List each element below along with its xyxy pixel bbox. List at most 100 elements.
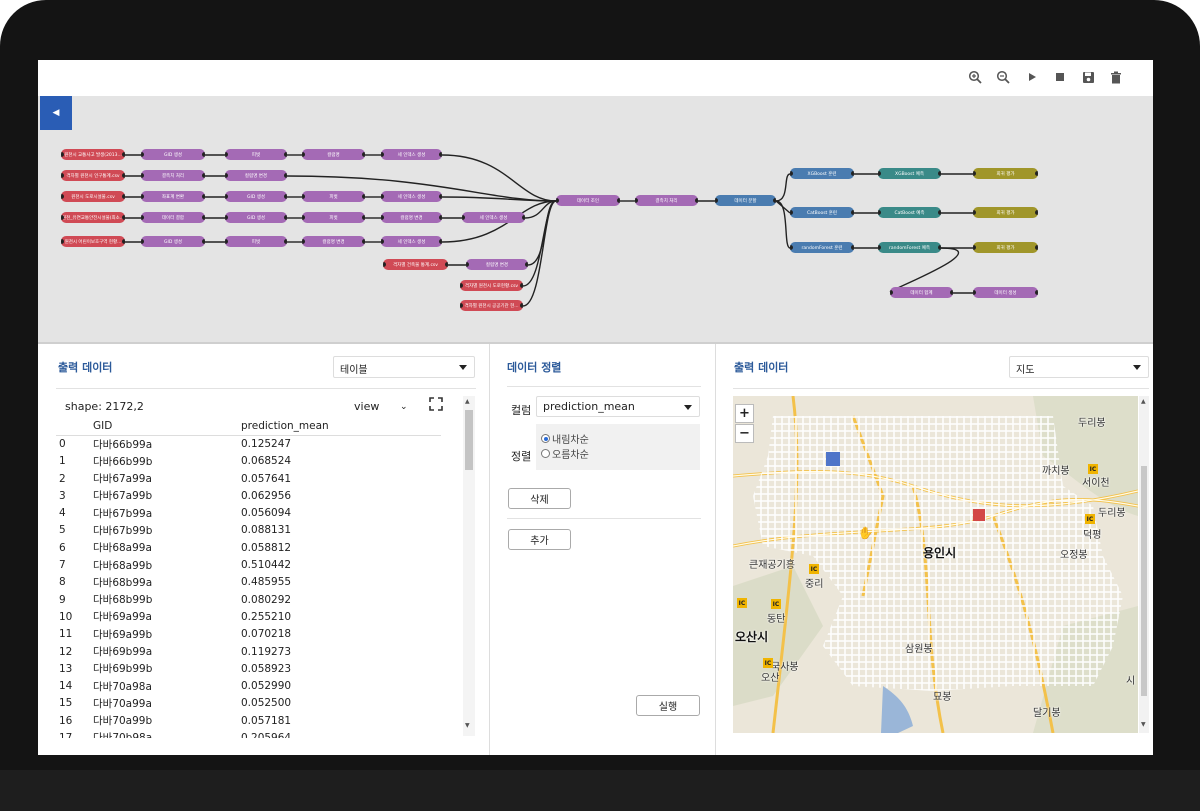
view-type-select[interactable]: 지도	[1009, 356, 1149, 378]
workflow-node[interactable]: 데이터 분할	[715, 195, 776, 206]
workflow-node[interactable]: 격자별 원천시 인구통계.csv	[61, 170, 125, 181]
scroll-thumb[interactable]	[465, 410, 473, 470]
workflow-node[interactable]: 세 인덱스 생성	[381, 236, 442, 247]
workflow-node[interactable]: 피벗	[225, 149, 287, 160]
workflow-node[interactable]: 컬럼명 변경	[302, 236, 365, 247]
ic-badge: IC	[1085, 514, 1095, 524]
workflow-node[interactable]: 격자별 원천시 도로현황.csv	[460, 280, 523, 291]
gid-cell: 다바70b98a	[93, 729, 241, 738]
table-row: 1 다바66b99b 0.068524	[56, 453, 441, 470]
workflow-node[interactable]: CatBoost 예측	[878, 207, 941, 218]
workflow-canvas[interactable]: ◀ 원천시 교통사고 발생(2013... GID 생성 피벗 컬럼명 세 인덱…	[38, 96, 1153, 344]
workflow-node[interactable]: 원천_유연교통안전시설물(최소...	[61, 212, 125, 223]
gid-cell: 다바66b99a	[93, 438, 153, 451]
workflow-node[interactable]: 세 인덱스 생성	[381, 149, 442, 160]
ic-badge: IC	[1088, 464, 1098, 474]
row-index: 11	[59, 628, 73, 641]
panel-title: 출력 데이터	[58, 361, 113, 374]
table-row: 6 다바68a99a 0.058812	[56, 539, 441, 556]
map-place-label: 동탄	[767, 614, 786, 625]
gid-cell: 다바67b99a	[93, 507, 153, 520]
delete-button[interactable]: 삭제	[508, 488, 571, 509]
scroll-down-icon[interactable]: ▼	[1141, 721, 1146, 728]
workflow-node[interactable]: GID 생성	[141, 236, 205, 247]
map-view[interactable]: + − 두리봉 까치봉 IC 서이천 IC 두리봉 덕평 오정봉 용인시 큰재공…	[733, 396, 1138, 733]
shape-label: shape: 2172,2	[65, 400, 144, 413]
value-cell: 0.510442	[241, 559, 292, 572]
chevron-down-icon[interactable]: ⌄	[400, 402, 408, 412]
trash-icon[interactable]	[1107, 68, 1125, 86]
view-type-select[interactable]: 테이블	[333, 356, 475, 378]
gid-cell: 다바70a99a	[93, 697, 152, 710]
workflow-node[interactable]: 데이터 생성	[973, 287, 1038, 298]
workflow-node[interactable]: XGBoost 훈련	[790, 168, 854, 179]
workflow-node[interactable]: CatBoost 훈련	[790, 207, 854, 218]
zoom-in-icon[interactable]	[966, 68, 984, 86]
sort-desc-option[interactable]: 내림차순	[541, 431, 589, 446]
table-scrollbar[interactable]: ▲ ▼	[463, 396, 475, 736]
scroll-up-icon[interactable]: ▲	[465, 398, 470, 405]
workflow-node[interactable]: 피벗	[302, 191, 365, 202]
sort-column-select[interactable]: prediction_mean	[536, 396, 700, 417]
table-row: 13 다바69b99b 0.058923	[56, 660, 441, 677]
radio-checked-icon[interactable]	[541, 434, 550, 443]
output-table-panel: 출력 데이터 테이블 shape: 2172,2 view ⌄ GID pred…	[38, 344, 490, 755]
workflow-node[interactable]: 회귀 평가	[973, 207, 1038, 218]
workflow-node[interactable]: 피벗	[225, 236, 287, 247]
play-icon[interactable]	[1023, 68, 1041, 86]
table-row: 11 다바69a99b 0.070218	[56, 626, 441, 643]
column-header	[56, 418, 93, 436]
workflow-node[interactable]: 원천시 도로시설물.csv	[61, 191, 125, 202]
gid-cell: 다바67a99b	[93, 490, 153, 503]
workflow-node[interactable]: randomForest 훈련	[790, 242, 854, 253]
map-zoom-in-button[interactable]: +	[735, 404, 754, 423]
table-header-row: GID prediction_mean	[56, 418, 441, 436]
workflow-node[interactable]: 컬럼명 변경	[225, 170, 287, 181]
workflow-node[interactable]: 격자별 원천시 공공기관 현...	[460, 300, 523, 311]
workflow-node[interactable]: randomForest 예측	[878, 242, 941, 253]
workflow-node[interactable]: 데이터 합계	[890, 287, 953, 298]
sort-asc-option[interactable]: 오름차순	[541, 446, 589, 461]
workflow-node[interactable]: 컬럼명	[302, 149, 365, 160]
sort-panel: 데이터 정렬 컬럼 prediction_mean 정렬 내림차순 오름차순 삭…	[491, 344, 716, 755]
workflow-node[interactable]: 결측치 처리	[635, 195, 698, 206]
workflow-node[interactable]: GID 생성	[225, 191, 287, 202]
chevron-down-icon	[1133, 365, 1141, 370]
app-screen: ◀ 원천시 교통사고 발생(2013... GID 생성 피벗 컬럼명 세 인덱…	[38, 60, 1153, 755]
scroll-thumb[interactable]	[1141, 466, 1147, 696]
workflow-node[interactable]: 컬럼명 변경	[381, 212, 442, 223]
scroll-up-icon[interactable]: ▲	[1141, 398, 1146, 405]
gid-cell: 다바68a99a	[93, 542, 152, 555]
workflow-node[interactable]: 결측치 처리	[141, 170, 205, 181]
workflow-node[interactable]: 데이터 결합	[141, 212, 205, 223]
workflow-node[interactable]: 원천시 교통사고 발생(2013...	[61, 149, 125, 160]
workflow-node[interactable]: 원천시 어린이보호구역 현황...	[61, 236, 125, 247]
map-place-label: 묘봉	[933, 692, 952, 703]
zoom-out-icon[interactable]	[994, 68, 1012, 86]
workflow-node[interactable]: 데이터 조인	[556, 195, 620, 206]
workflow-node[interactable]: 좌표계 변환	[141, 191, 205, 202]
workflow-node[interactable]: GID 생성	[225, 212, 287, 223]
workflow-node[interactable]: 회귀 평가	[973, 242, 1038, 253]
save-icon[interactable]	[1079, 68, 1097, 86]
value-cell: 0.205964	[241, 731, 292, 738]
output-map-panel: 출력 데이터 지도 + − 두리봉 까치봉 IC 서이천 IC 두리봉 덕평 오…	[717, 344, 1153, 755]
radio-unchecked-icon[interactable]	[541, 449, 550, 458]
stop-icon[interactable]	[1051, 68, 1069, 86]
workflow-node[interactable]: XGBoost 예측	[878, 168, 941, 179]
workflow-node[interactable]: 세 인덱스 생성	[381, 191, 442, 202]
workflow-node[interactable]: 피벗	[302, 212, 365, 223]
workflow-node[interactable]: GID 생성	[141, 149, 205, 160]
view-dropdown[interactable]: view	[354, 400, 379, 413]
workflow-node[interactable]: 격자별 건축물 통계.csv	[383, 259, 448, 270]
map-scrollbar[interactable]: ▲ ▼	[1139, 396, 1149, 733]
add-button[interactable]: 추가	[508, 529, 571, 550]
run-button[interactable]: 실행	[636, 695, 700, 716]
fullscreen-icon[interactable]	[428, 396, 444, 412]
map-zoom-out-button[interactable]: −	[735, 424, 754, 443]
workflow-node[interactable]: 컬럼명 변경	[466, 259, 528, 270]
scroll-down-icon[interactable]: ▼	[465, 722, 470, 729]
laptop-base	[0, 770, 1200, 811]
workflow-node[interactable]: 회귀 평가	[973, 168, 1038, 179]
workflow-node[interactable]: 세 인덱스 생성	[462, 212, 525, 223]
